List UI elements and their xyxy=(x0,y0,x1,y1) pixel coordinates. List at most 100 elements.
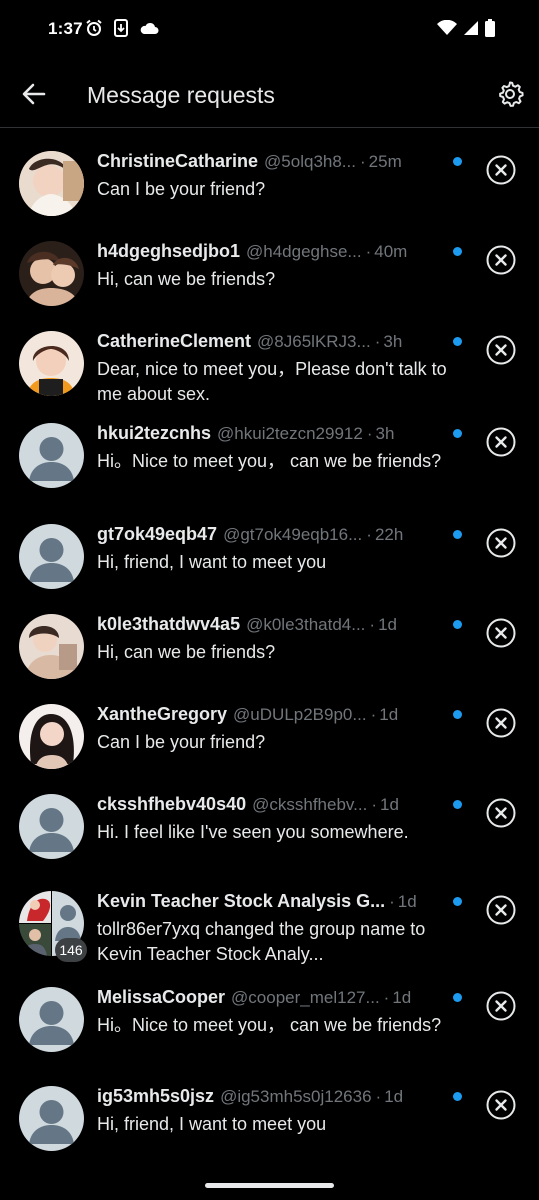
sender-name: h4dgeghsedjbo1 xyxy=(97,241,241,261)
timestamp: 40m xyxy=(374,242,408,261)
timestamp: 1d xyxy=(379,705,399,724)
dismiss-button[interactable] xyxy=(486,335,516,365)
message-preview: Can I be your friend? xyxy=(97,732,266,752)
timestamp: 25m xyxy=(368,152,402,171)
close-circle-icon xyxy=(486,1090,516,1120)
sender-handle: @cksshfhebv... xyxy=(252,795,368,814)
sender-handle: @h4dgeghse... xyxy=(246,242,362,261)
close-circle-icon xyxy=(486,528,516,558)
download-icon xyxy=(113,19,129,42)
dot-separator: · xyxy=(374,332,381,351)
status-bar: 1:37 xyxy=(0,0,539,60)
sender-handle: @5olq3h8... xyxy=(264,152,356,171)
arrow-left-icon xyxy=(22,83,46,105)
sender-name: ChristineCatharine xyxy=(97,151,259,171)
sender-name: gt7ok49eqb47 xyxy=(97,524,218,544)
sender-handle: @hkui2tezcn29912 xyxy=(217,424,363,443)
close-circle-icon xyxy=(486,335,516,365)
dismiss-button[interactable] xyxy=(486,528,516,558)
dot-separator: · xyxy=(359,152,366,171)
unread-dot xyxy=(453,157,462,166)
dot-separator: · xyxy=(366,424,373,443)
close-circle-icon xyxy=(486,798,516,828)
settings-button[interactable] xyxy=(496,80,524,108)
gear-icon xyxy=(499,81,524,107)
avatar xyxy=(19,241,84,306)
list-item[interactable]: cksshfhebv40s40 @cksshfhebv... · 1d Hi. … xyxy=(0,778,539,875)
dismiss-button[interactable] xyxy=(486,155,516,185)
dot-separator: · xyxy=(383,988,390,1007)
close-circle-icon xyxy=(486,618,516,648)
back-button[interactable] xyxy=(20,80,48,108)
close-circle-icon xyxy=(486,245,516,275)
avatar xyxy=(19,151,84,216)
sender-name: cksshfhebv40s40 xyxy=(97,794,247,814)
timestamp: 1d xyxy=(378,615,398,634)
dot-separator: · xyxy=(365,242,372,261)
avatar xyxy=(19,524,84,589)
dismiss-button[interactable] xyxy=(486,427,516,457)
message-preview: Can I be your friend? xyxy=(97,179,266,199)
gesture-nav-handle[interactable] xyxy=(205,1183,334,1188)
unread-dot xyxy=(453,247,462,256)
avatar xyxy=(19,987,84,1052)
alarm-icon xyxy=(85,19,103,42)
wifi-icon xyxy=(437,19,457,41)
sender-name: ig53mh5s0jsz xyxy=(97,1086,215,1106)
list-item[interactable]: ig53mh5s0jsz @ig53mh5s0j12636 · 1d Hi, f… xyxy=(0,1070,539,1160)
timestamp: 3h xyxy=(383,332,403,351)
dismiss-button[interactable] xyxy=(486,895,516,925)
sender-handle: @gt7ok49eqb16... xyxy=(223,525,363,544)
timestamp: 1d xyxy=(384,1087,404,1106)
sender-name: k0le3thatdwv4a5 xyxy=(97,614,241,634)
unread-dot xyxy=(453,897,462,906)
timestamp: 1d xyxy=(392,988,412,1007)
dismiss-button[interactable] xyxy=(486,245,516,275)
timestamp: 3h xyxy=(375,424,395,443)
dismiss-button[interactable] xyxy=(486,618,516,648)
message-preview: Hi, can we be friends? xyxy=(97,269,276,289)
message-preview: Hi。Nice to meet you， can we be friends? xyxy=(97,1015,442,1035)
close-circle-icon xyxy=(486,895,516,925)
signal-icon xyxy=(463,20,479,41)
message-preview: Hi, can we be friends? xyxy=(97,642,276,662)
list-item[interactable]: XantheGregory @uDULp2B9p0... · 1d Can I … xyxy=(0,688,539,778)
list-item[interactable]: ChristineCatharine @5olq3h8... · 25m Can… xyxy=(0,135,539,225)
unread-dot xyxy=(453,620,462,629)
header: Message requests xyxy=(0,60,539,128)
unread-dot xyxy=(453,530,462,539)
message-preview: Hi. I feel like I've seen you somewhere. xyxy=(97,822,409,842)
dismiss-button[interactable] xyxy=(486,991,516,1021)
list-item[interactable]: CatherineClement @8J65lKRJ3... · 3h Dear… xyxy=(0,315,539,407)
unread-dot xyxy=(453,800,462,809)
dismiss-button[interactable] xyxy=(486,708,516,738)
avatar xyxy=(19,1086,84,1151)
timestamp: 1d xyxy=(397,892,417,911)
dismiss-button[interactable] xyxy=(486,1090,516,1120)
list-item[interactable]: hkui2tezcnhs @hkui2tezcn29912 · 3h Hi。Ni… xyxy=(0,407,539,508)
list-item[interactable]: h4dgeghsedjbo1 @h4dgeghse... · 40m Hi, c… xyxy=(0,225,539,315)
list-item[interactable]: k0le3thatdwv4a5 @k0le3thatd4... · 1d Hi,… xyxy=(0,598,539,688)
unread-dot xyxy=(453,1092,462,1101)
list-item[interactable]: gt7ok49eqb47 @gt7ok49eqb16... · 22h Hi, … xyxy=(0,508,539,598)
avatar xyxy=(19,331,84,396)
sender-handle: @8J65lKRJ3... xyxy=(257,332,371,351)
list-item[interactable]: MelissaCooper @cooper_mel127... · 1d Hi。… xyxy=(0,971,539,1070)
sender-handle: @k0le3thatd4... xyxy=(246,615,366,634)
dot-separator: · xyxy=(370,705,377,724)
timestamp: 1d xyxy=(380,795,399,814)
message-requests-list: ChristineCatharine @5olq3h8... · 25m Can… xyxy=(0,135,539,1160)
sender-name: hkui2tezcnhs xyxy=(97,423,212,443)
message-preview: Hi。Nice to meet you， can we be friends? xyxy=(97,451,442,471)
close-circle-icon xyxy=(486,708,516,738)
message-preview: tollr86er7yxq changed the group name to … xyxy=(97,919,426,964)
unread-dot xyxy=(453,993,462,1002)
close-circle-icon xyxy=(486,155,516,185)
sender-name: CatherineClement xyxy=(97,331,252,351)
sender-name: MelissaCooper xyxy=(97,987,226,1007)
unread-dot xyxy=(453,337,462,346)
dismiss-button[interactable] xyxy=(486,798,516,828)
message-preview: Hi, friend, I want to meet you xyxy=(97,1114,327,1134)
sender-handle: @ig53mh5s0j12636 xyxy=(220,1087,372,1106)
sender-name: XantheGregory xyxy=(97,704,228,724)
